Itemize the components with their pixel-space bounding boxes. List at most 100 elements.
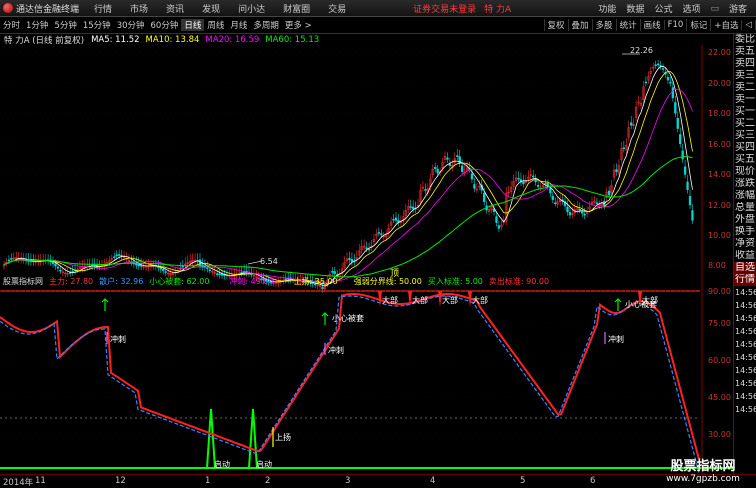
candle-body xyxy=(581,211,584,214)
tool-add-watchlist[interactable]: +自选 xyxy=(710,19,741,31)
side-time: 14:56 xyxy=(735,314,756,323)
side-item[interactable]: 换手 xyxy=(734,226,756,238)
side-item[interactable]: 自选 xyxy=(734,262,756,274)
candle-body xyxy=(394,217,398,221)
collapse-icon[interactable]: ◁ xyxy=(741,20,756,30)
candle-body xyxy=(461,165,464,172)
signal-label: 大部 xyxy=(382,295,398,305)
tool-tongji[interactable]: 统计 xyxy=(615,19,640,31)
side-time: 14:56 xyxy=(735,340,756,349)
user-label[interactable]: 游客 xyxy=(724,2,752,15)
side-item[interactable]: 卖三 xyxy=(734,70,756,82)
side-item[interactable]: 买五 xyxy=(734,154,756,166)
menu-wenxiaoda[interactable]: 问小达 xyxy=(229,2,274,15)
indicator-header: 股票指标网 主力: 27.80 散户: 32.96 小心被套: 62.00 冲刺… xyxy=(0,276,756,287)
date-tick: 2014年 xyxy=(3,478,34,488)
candle-body xyxy=(436,168,439,174)
side-item[interactable]: 净资 xyxy=(734,238,756,250)
menu-hangqing[interactable]: 行情 xyxy=(85,2,121,15)
candle-body xyxy=(206,267,209,269)
side-item[interactable]: 买三 xyxy=(734,130,756,142)
app-logo-icon xyxy=(3,2,13,13)
candle-body xyxy=(113,256,116,258)
menu-zixun[interactable]: 资讯 xyxy=(157,2,193,15)
tool-biaoji[interactable]: 标记 xyxy=(686,19,710,31)
date-tick: 4 xyxy=(430,476,436,486)
ma10-value: MA10: 13.84 xyxy=(145,34,200,45)
candle-body xyxy=(568,212,572,216)
menu-gongneng[interactable]: 功能 xyxy=(593,2,621,15)
side-item[interactable]: 卖二 xyxy=(734,82,756,94)
login-alert[interactable]: 证券交易未登录 xyxy=(413,2,476,15)
ma60-value: MA60: 15.13 xyxy=(265,34,320,45)
side-time: 14:56 xyxy=(735,392,756,401)
side-item[interactable]: 卖一 xyxy=(734,94,756,106)
menu-jiaoyi[interactable]: 交易 xyxy=(319,2,355,15)
candle-body xyxy=(615,169,618,173)
menu-gongshi[interactable]: 公式 xyxy=(649,2,677,15)
candle-body xyxy=(448,163,452,167)
tool-fuquan[interactable]: 复权 xyxy=(543,19,568,31)
tab-multi[interactable]: 多周期 xyxy=(250,19,282,31)
tool-duogu[interactable]: 多股 xyxy=(591,19,616,31)
side-item[interactable]: 卖五 xyxy=(734,46,756,58)
menu-xuanxiang[interactable]: 选项 xyxy=(677,2,705,15)
tab-weekly[interactable]: 周线 xyxy=(204,19,227,31)
side-item[interactable]: 买二 xyxy=(734,118,756,130)
side-item[interactable]: 现价 xyxy=(734,166,756,178)
tool-diejia[interactable]: 叠加 xyxy=(567,19,592,31)
signal-label: 冲刺 xyxy=(608,334,624,344)
side-time: 14:56 xyxy=(735,301,756,310)
candle-body xyxy=(473,184,476,189)
sanhu-value: 散户: 32.96 xyxy=(99,277,144,286)
side-item[interactable]: 委比 xyxy=(734,34,756,46)
date-tick: 6 xyxy=(590,476,596,486)
quote-side-panel: 委比 卖五 卖四 卖三 卖二 卖一 买一 买二 买三 买四 买五 现价 涨跌 涨幅 总量 外盘 换手 净资 收益 自选… xyxy=(733,34,756,480)
menu-faxian[interactable]: 发现 xyxy=(193,2,229,15)
period-tabs: 分时 1分钟 5分钟 15分钟 30分钟 60分钟 日线 周线 月线 多周期 更… xyxy=(0,17,756,34)
date-tick: 5 xyxy=(520,476,526,486)
tab-monthly[interactable]: 月线 xyxy=(227,19,250,31)
side-item[interactable]: 买四 xyxy=(734,142,756,154)
candle-body xyxy=(7,259,11,262)
tab-1min[interactable]: 1分钟 xyxy=(23,19,51,31)
candle-body xyxy=(140,264,143,267)
menu-bar: 通达信金融终端 行情 市场 资讯 发现 问小达 财富圈 交易 证券交易未登录 特… xyxy=(0,0,756,17)
tab-30min[interactable]: 30分钟 xyxy=(114,19,148,31)
side-item[interactable]: 卖四 xyxy=(734,58,756,70)
candle-body xyxy=(683,166,687,175)
candle-body xyxy=(671,87,675,99)
side-item[interactable]: 涨幅 xyxy=(734,190,756,202)
tool-f10[interactable]: F10 xyxy=(663,20,687,30)
tab-60min[interactable]: 60分钟 xyxy=(148,19,182,31)
side-item[interactable]: 外盘 xyxy=(734,214,756,226)
menu-shuju[interactable]: 数据 xyxy=(621,2,649,15)
price-tick: 20.00 xyxy=(708,79,731,88)
window-min-icon[interactable]: ▭ xyxy=(705,4,724,14)
tab-more[interactable]: 更多 > xyxy=(282,19,315,31)
candle-body xyxy=(377,232,381,234)
tab-15min[interactable]: 15分钟 xyxy=(80,19,114,31)
menu-caifuquan[interactable]: 财富圈 xyxy=(274,2,319,15)
side-item[interactable]: 行情 xyxy=(734,274,756,286)
tab-daily[interactable]: 日线 xyxy=(181,19,205,31)
watermark-url: www.7gpzb.com xyxy=(666,474,740,484)
menu-shichang[interactable]: 市场 xyxy=(121,2,157,15)
watermark: 股票指标网 www.7gpzb.com xyxy=(650,455,756,487)
indicator-chart[interactable]: 大部 大部 大部 大部 大部冲刺冲刺冲刺小心被套小心被套上扬启动 启动 90.0075.0… xyxy=(0,287,733,474)
side-item[interactable]: 总量 xyxy=(734,202,756,214)
tab-fenshi[interactable]: 分时 xyxy=(0,19,23,31)
candle-body xyxy=(532,175,535,178)
side-item[interactable]: 收益 xyxy=(734,250,756,262)
candle-body xyxy=(118,254,121,256)
candle-body xyxy=(497,225,501,229)
candlestick-chart[interactable]: 22.26 6.54 22.00 20.00 18.00 16.00 14.00 12.0… xyxy=(0,45,733,299)
side-item[interactable]: 买一 xyxy=(734,106,756,118)
side-item[interactable]: 涨跌 xyxy=(734,178,756,190)
date-tick: 11 xyxy=(35,476,46,486)
candle-body xyxy=(630,122,633,126)
tab-5min[interactable]: 5分钟 xyxy=(51,19,79,31)
candle-body xyxy=(608,190,611,196)
tool-huaxian[interactable]: 画线 xyxy=(639,19,664,31)
indicator-name[interactable]: 股票指标网 xyxy=(0,276,46,287)
